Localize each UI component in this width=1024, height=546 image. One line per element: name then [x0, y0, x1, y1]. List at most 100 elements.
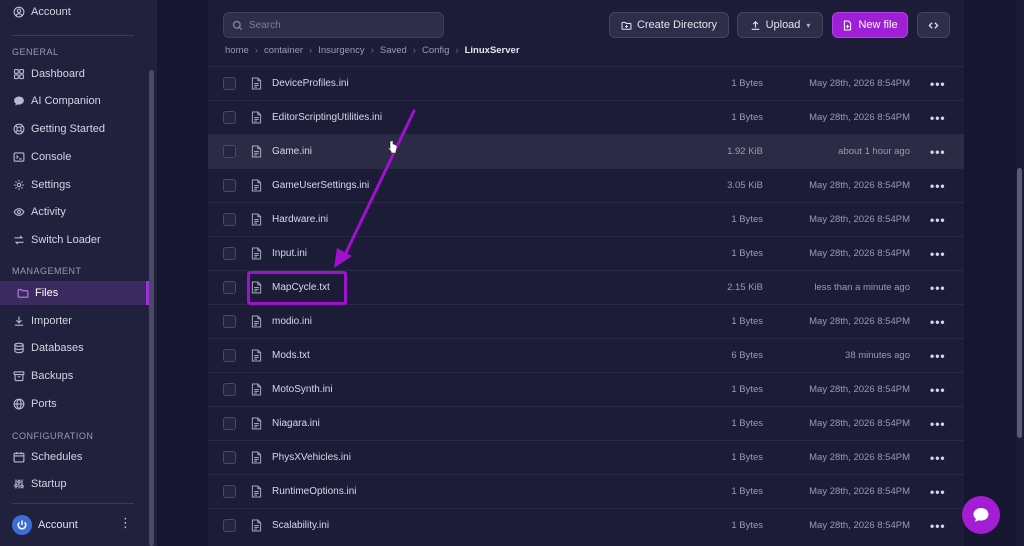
sidebar-account-top[interactable]: Account	[12, 2, 71, 22]
row-checkbox[interactable]	[223, 179, 236, 192]
breadcrumb-container[interactable]: container	[264, 45, 303, 56]
file-row[interactable]: modio.ini 1 Bytes May 28th, 2026 8:54PM •••	[208, 304, 964, 338]
file-name[interactable]: Input.ini	[272, 248, 307, 259]
sidebar-item-files[interactable]: Files	[0, 281, 147, 305]
row-checkbox[interactable]	[223, 383, 236, 396]
file-row[interactable]: GameUserSettings.ini 3.05 KiB May 28th, 20…	[208, 168, 964, 202]
sidebar-item-importer[interactable]: Importer	[12, 311, 72, 331]
file-row[interactable]: Hardware.ini 1 Bytes May 28th, 2026 8:54PM…	[208, 202, 964, 236]
file-name[interactable]: Mods.txt	[272, 350, 310, 361]
row-actions-icon[interactable]: •••	[930, 418, 946, 430]
row-checkbox[interactable]	[223, 281, 236, 294]
account-menu-icon[interactable]: ⋮	[119, 516, 132, 529]
sidebar-item-label: Databases	[31, 342, 84, 354]
support-chat-button[interactable]	[962, 496, 1000, 534]
sidebar-item-console[interactable]: Console	[12, 147, 71, 167]
sidebar-item-activity[interactable]: Activity	[12, 202, 66, 222]
file-name[interactable]: DeviceProfiles.ini	[272, 78, 349, 89]
row-checkbox[interactable]	[223, 417, 236, 430]
sidebar-item-startup[interactable]: Startup	[12, 474, 66, 494]
file-name[interactable]: Niagara.ini	[272, 418, 320, 429]
row-actions-icon[interactable]: •••	[930, 452, 946, 464]
lifebuoy-icon	[12, 123, 25, 136]
power-avatar-icon	[12, 515, 32, 535]
row-actions-icon[interactable]: •••	[930, 214, 946, 226]
row-actions-icon[interactable]: •••	[930, 78, 946, 90]
file-row[interactable]: Game.ini 1.92 KiB about 1 hour ago •••	[208, 134, 964, 168]
file-row[interactable]: Input.ini 1 Bytes May 28th, 2026 8:54PM •••	[208, 236, 964, 270]
row-actions-icon[interactable]: •••	[930, 180, 946, 192]
sidebar-account-bottom[interactable]: Account	[12, 515, 78, 535]
row-checkbox[interactable]	[223, 451, 236, 464]
new-file-button[interactable]: New file	[832, 12, 908, 38]
row-actions-icon[interactable]: •••	[930, 112, 946, 124]
breadcrumb-config[interactable]: Config	[422, 45, 449, 56]
file-icon	[251, 213, 262, 226]
row-actions-icon[interactable]: •••	[930, 248, 946, 260]
sidebar-item-settings[interactable]: Settings	[12, 175, 71, 195]
file-row[interactable]: MotoSynth.ini 1 Bytes May 28th, 2026 8:54P…	[208, 372, 964, 406]
row-checkbox[interactable]	[223, 519, 236, 532]
row-checkbox[interactable]	[223, 77, 236, 90]
sidebar-item-schedules[interactable]: Schedules	[12, 447, 82, 467]
create-directory-button[interactable]: Create Directory	[609, 12, 729, 38]
file-icon	[251, 383, 262, 396]
sidebar-item-databases[interactable]: Databases	[12, 338, 84, 358]
upload-button[interactable]: Upload ▾	[737, 12, 823, 38]
row-checkbox[interactable]	[223, 315, 236, 328]
row-checkbox[interactable]	[223, 349, 236, 362]
file-row[interactable]: EditorScriptingUtilities.ini 1 Bytes May 2…	[208, 100, 964, 134]
file-name[interactable]: modio.ini	[272, 316, 312, 327]
file-name[interactable]: MotoSynth.ini	[272, 384, 333, 395]
row-actions-icon[interactable]: •••	[930, 384, 946, 396]
sidebar-item-dashboard[interactable]: Dashboard	[12, 64, 85, 84]
file-row[interactable]: DeviceProfiles.ini 1 Bytes May 28th, 2026 …	[208, 66, 964, 100]
row-actions-icon[interactable]: •••	[930, 316, 946, 328]
sidebar-item-ai-companion[interactable]: AI Companion	[12, 91, 101, 111]
file-name[interactable]: PhysXVehicles.ini	[272, 452, 351, 463]
sidebar-item-getting-started[interactable]: Getting Started	[12, 119, 105, 139]
row-checkbox[interactable]	[223, 485, 236, 498]
file-modified: May 28th, 2026 8:54PM	[809, 486, 910, 497]
row-actions-icon[interactable]: •••	[930, 350, 946, 362]
sidebar-item-ports[interactable]: Ports	[12, 394, 57, 414]
sidebar-scrollbar[interactable]	[149, 70, 154, 546]
file-row[interactable]: RuntimeOptions.ini 1 Bytes May 28th, 2026 …	[208, 474, 964, 508]
breadcrumb-home[interactable]: home	[225, 45, 249, 56]
sidebar-item-backups[interactable]: Backups	[12, 366, 73, 386]
code-brackets-icon	[928, 21, 939, 29]
file-modified: less than a minute ago	[814, 282, 910, 293]
row-checkbox[interactable]	[223, 111, 236, 124]
code-view-button[interactable]	[917, 12, 950, 38]
row-actions-icon[interactable]: •••	[930, 282, 946, 294]
file-name[interactable]: RuntimeOptions.ini	[272, 486, 356, 497]
search-input[interactable]	[249, 19, 429, 31]
file-row[interactable]: Niagara.ini 1 Bytes May 28th, 2026 8:54PM •…	[208, 406, 964, 440]
row-actions-icon[interactable]: •••	[930, 146, 946, 158]
file-row[interactable]: PhysXVehicles.ini 1 Bytes May 28th, 2026 8…	[208, 440, 964, 474]
file-row[interactable]: Scalability.ini 1 Bytes May 28th, 2026 8:5…	[208, 508, 964, 542]
breadcrumb-saved[interactable]: Saved	[380, 45, 407, 56]
row-actions-icon[interactable]: •••	[930, 486, 946, 498]
sidebar-item-switch-loader[interactable]: Switch Loader	[12, 230, 101, 250]
file-name[interactable]: EditorScriptingUtilities.ini	[272, 112, 382, 123]
file-name[interactable]: GameUserSettings.ini	[272, 180, 369, 191]
row-actions-icon[interactable]: •••	[930, 520, 946, 532]
file-name[interactable]: Scalability.ini	[272, 520, 329, 531]
chevron-down-icon: ▾	[806, 20, 811, 30]
row-checkbox[interactable]	[223, 145, 236, 158]
breadcrumb-separator: ›	[412, 45, 416, 56]
file-row[interactable]: Mods.txt 6 Bytes 38 minutes ago •••	[208, 338, 964, 372]
page-scrollbar[interactable]	[1017, 168, 1022, 438]
file-modified: May 28th, 2026 8:54PM	[809, 112, 910, 123]
search-box[interactable]	[223, 12, 444, 38]
file-size: 6 Bytes	[731, 350, 763, 361]
file-modified: May 28th, 2026 8:54PM	[809, 520, 910, 531]
breadcrumb-insurgency[interactable]: Insurgency	[318, 45, 364, 56]
row-checkbox[interactable]	[223, 213, 236, 226]
file-name[interactable]: Game.ini	[272, 146, 312, 157]
breadcrumb-separator: ›	[309, 45, 313, 56]
file-name[interactable]: Hardware.ini	[272, 214, 328, 225]
row-checkbox[interactable]	[223, 247, 236, 260]
file-size: 1 Bytes	[731, 418, 763, 429]
